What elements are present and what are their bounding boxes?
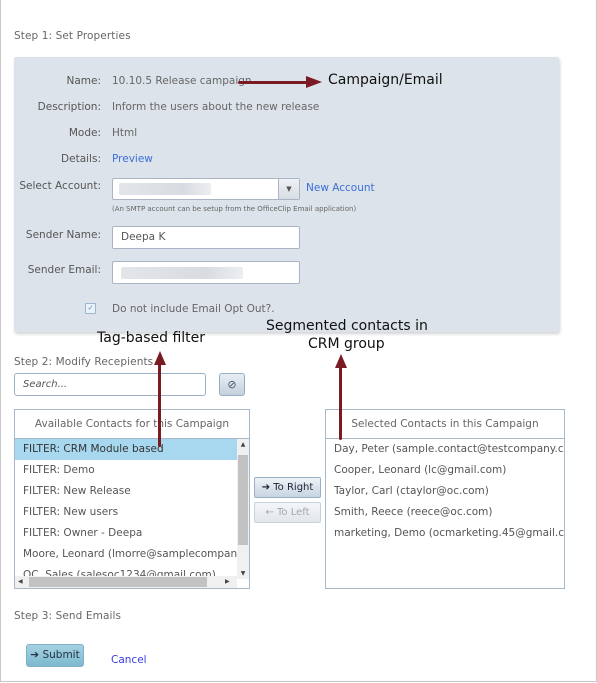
details-label: Details:	[61, 153, 101, 165]
account-select[interactable]: ▼	[112, 178, 300, 200]
smtp-hint: (An SMTP account can be setup from the O…	[112, 205, 357, 213]
list-item[interactable]: FILTER: Demo	[15, 460, 237, 481]
annotation-segmented-line1: Segmented contacts in	[266, 318, 428, 334]
step1-title: Step 1: Set Properties	[14, 30, 131, 42]
annotation-tag-filter: Tag-based filter	[97, 330, 206, 346]
arrow-right-icon: ➔	[30, 649, 40, 661]
clear-search-button[interactable]: ⊘	[219, 373, 245, 396]
annotation-arrow-tag-filter	[158, 362, 161, 447]
scroll-thumb[interactable]	[29, 577, 207, 587]
available-contacts-header: Available Contacts for this Campaign	[15, 410, 249, 439]
sender-email-redacted	[121, 267, 243, 279]
list-item[interactable]: Cooper, Leonard (lc@gmail.com)	[326, 460, 564, 481]
sender-name-label: Sender Name:	[25, 229, 101, 241]
horizontal-scrollbar[interactable]: ◀ ▶	[15, 576, 237, 588]
available-contacts-list[interactable]: Available Contacts for this Campaign FIL…	[14, 409, 250, 589]
arrow-head-right-icon	[306, 76, 322, 88]
scroll-left-icon[interactable]: ◀	[18, 576, 23, 588]
annotation-campaign: Campaign/Email	[328, 72, 443, 88]
list-item[interactable]: Moore, Leonard (lmorre@samplecompany.com…	[15, 544, 237, 565]
step3-title: Step 3: Send Emails	[14, 610, 122, 622]
list-item[interactable]: FILTER: New Release	[15, 481, 237, 502]
list-item[interactable]: FILTER: New users	[15, 502, 237, 523]
arrow-left-icon: ←	[265, 507, 274, 518]
selected-items-container: Day, Peter (sample.contact@testcompany.c…	[326, 439, 564, 544]
checkmark-icon: ✓	[87, 304, 94, 312]
sender-email-label: Sender Email:	[27, 264, 101, 276]
scroll-thumb[interactable]	[238, 455, 248, 545]
annotation-arrow-campaign	[238, 81, 308, 84]
arrow-right-icon: ➔	[261, 482, 271, 493]
selected-contacts-list[interactable]: Selected Contacts in this Campaign Day, …	[325, 409, 565, 589]
list-item[interactable]: marketing, Demo (ocmarketing.45@gmail.co…	[326, 523, 564, 544]
new-account-link[interactable]: New Account	[306, 182, 375, 194]
account-label: Select Account:	[19, 180, 101, 192]
sender-email-input[interactable]	[112, 261, 300, 284]
vertical-scrollbar[interactable]: ▲ ▼	[237, 439, 249, 579]
scroll-down-icon[interactable]: ▼	[237, 570, 249, 577]
list-item[interactable]: Day, Peter (sample.contact@testcompany.c…	[326, 439, 564, 460]
description-label: Description:	[37, 101, 101, 113]
sender-name-input[interactable]: Deepa K	[112, 226, 300, 249]
mode-label: Mode:	[68, 127, 101, 139]
preview-link[interactable]: Preview	[112, 153, 153, 165]
scroll-right-icon[interactable]: ▶	[225, 576, 230, 588]
name-label: Name:	[66, 75, 101, 87]
mode-value: Html	[112, 127, 138, 139]
list-item[interactable]: Smith, Reece (reece@oc.com)	[326, 502, 564, 523]
account-value-redacted	[119, 183, 211, 195]
name-value: 10.10.5 Release campaign	[112, 75, 252, 87]
list-item[interactable]: FILTER: CRM Module based	[15, 439, 237, 460]
annotation-segmented-line2: CRM group	[308, 336, 385, 352]
to-right-button[interactable]: ➔ To Right	[254, 477, 321, 498]
available-items-container: FILTER: CRM Module based FILTER: Demo FI…	[15, 439, 237, 577]
selected-contacts-header: Selected Contacts in this Campaign	[326, 410, 564, 439]
list-item[interactable]: Taylor, Carl (ctaylor@oc.com)	[326, 481, 564, 502]
cancel-link[interactable]: Cancel	[111, 654, 147, 666]
search-input[interactable]: Search...	[14, 373, 206, 396]
scroll-up-icon[interactable]: ▲	[237, 441, 249, 448]
submit-button[interactable]: ➔ Submit	[26, 644, 84, 667]
annotation-arrow-segmented	[339, 365, 342, 440]
opt-out-checkbox[interactable]: ✓	[85, 303, 96, 314]
dropdown-arrow-icon[interactable]: ▼	[278, 179, 299, 199]
opt-out-label: Do not include Email Opt Out?.	[112, 303, 275, 315]
page-frame: Step 1: Set Properties Name: 10.10.5 Rel…	[0, 0, 597, 682]
cancel-circle-icon: ⊘	[227, 378, 237, 391]
to-left-button[interactable]: ← To Left	[254, 502, 321, 523]
step2-title: Step 2: Modify Recepients	[14, 356, 154, 368]
list-item[interactable]: FILTER: Owner - Deepa	[15, 523, 237, 544]
description-value: Inform the users about the new release	[112, 101, 320, 113]
